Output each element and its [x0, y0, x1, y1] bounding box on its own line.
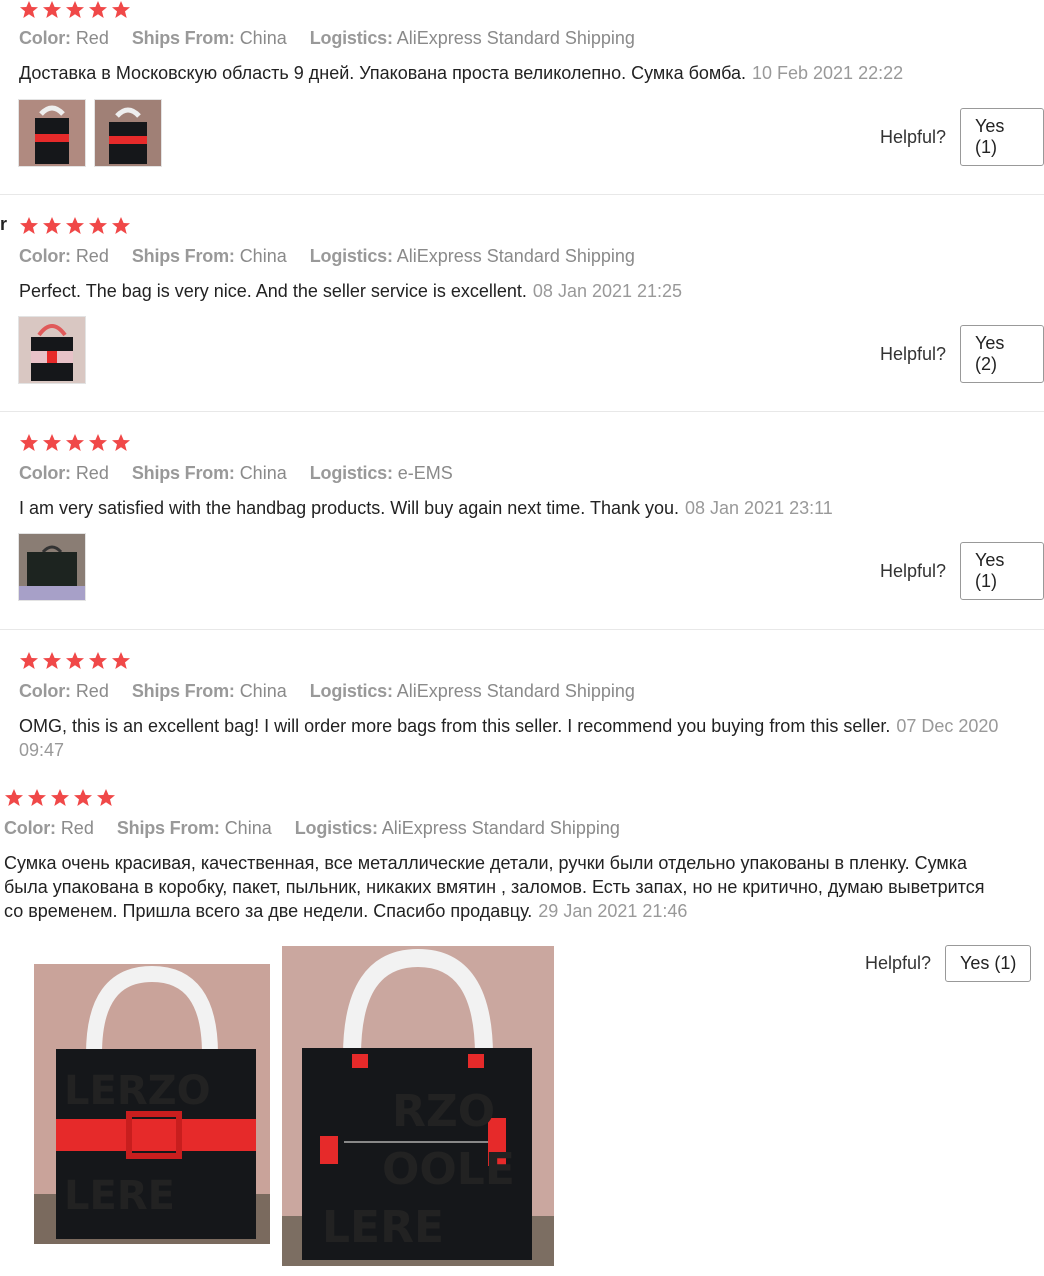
- review-item: Color: Red Ships From: China Logistics: …: [0, 629, 1044, 779]
- helpful-label: Helpful?: [880, 126, 947, 147]
- helpful-label: Helpful?: [880, 560, 947, 581]
- star-icon: [43, 1, 61, 18]
- svg-text:LERE: LERE: [64, 1173, 175, 1219]
- star-icon: [89, 217, 107, 234]
- star-icon: [43, 217, 61, 234]
- star-rating: [19, 433, 131, 453]
- star-icon: [28, 789, 46, 806]
- review-date: 08 Jan 2021 21:25: [532, 281, 683, 301]
- star-rating: [19, 216, 131, 236]
- svg-text:LERZO: LERZO: [64, 1068, 211, 1114]
- star-icon: [74, 789, 92, 806]
- star-rating: [4, 788, 116, 808]
- star-icon: [20, 434, 38, 451]
- review-text: Сумка очень красивая, качественная, все …: [4, 853, 985, 921]
- helpful-yes-button[interactable]: Yes (1): [960, 108, 1044, 166]
- star-icon: [112, 652, 130, 669]
- review-text: Perfect. The bag is very nice. And the s…: [19, 281, 683, 301]
- svg-text:RZO: RZO: [392, 1086, 495, 1137]
- review-attributes: Color: Red Ships From: China Logistics: …: [19, 463, 453, 483]
- star-icon: [66, 434, 84, 451]
- review-text: OMG, this is an excellent bag! I will or…: [19, 716, 999, 760]
- review-item: Color: Red Ships From: China Logistics: …: [0, 411, 1044, 630]
- star-icon: [112, 434, 130, 451]
- review-photo-thumbnail[interactable]: [18, 533, 86, 601]
- review-attributes: Color: Red Ships From: China Logistics: …: [19, 28, 635, 48]
- star-icon: [20, 217, 38, 234]
- helpful-label: Helpful?: [865, 953, 932, 973]
- review-photo-thumbnail[interactable]: [94, 99, 162, 167]
- helpful-label: Helpful?: [880, 343, 947, 364]
- star-icon: [89, 1, 107, 18]
- star-icon: [20, 1, 38, 18]
- review-date: 29 Jan 2021 21:46: [538, 901, 688, 921]
- star-icon: [5, 789, 23, 806]
- star-icon: [66, 1, 84, 18]
- star-icon: [66, 217, 84, 234]
- star-icon: [43, 434, 61, 451]
- helpful-yes-button[interactable]: Yes (1): [945, 945, 1032, 982]
- review-attributes: Color: Red Ships From: China Logistics: …: [19, 246, 635, 266]
- helpful-yes-button[interactable]: Yes (2): [960, 325, 1044, 383]
- star-rating: [19, 651, 131, 671]
- star-rating: [19, 0, 131, 20]
- star-icon: [43, 652, 61, 669]
- star-icon: [51, 789, 69, 806]
- reviewer-name: r: [0, 214, 8, 234]
- review-date: 08 Jan 2021 23:11: [685, 498, 833, 518]
- review-text: Доставка в Московскую область 9 дней. Уп…: [19, 63, 904, 83]
- review-date: 10 Feb 2021 22:22: [751, 63, 904, 83]
- review-photo[interactable]: RZO OOLE LERE: [282, 946, 554, 1266]
- star-icon: [112, 1, 130, 18]
- review-attributes: Color: Red Ships From: China Logistics: …: [4, 818, 620, 838]
- svg-text:LERE: LERE: [322, 1202, 444, 1253]
- review-item: Color: Red Ships From: China Logistics: …: [0, 779, 1044, 1276]
- star-icon: [89, 434, 107, 451]
- review-item: r Color: Red Ships From: China Logistics…: [0, 194, 1044, 412]
- review-item: Color: Red Ships From: China Logistics: …: [0, 0, 1044, 195]
- svg-text:OOLE: OOLE: [382, 1144, 515, 1195]
- review-photo-thumbnail[interactable]: [18, 99, 86, 167]
- helpful-yes-button[interactable]: Yes (1): [960, 542, 1044, 600]
- star-icon: [97, 789, 115, 806]
- star-icon: [89, 652, 107, 669]
- review-photo-thumbnail[interactable]: [18, 316, 86, 384]
- star-icon: [112, 217, 130, 234]
- review-photo[interactable]: LERZO LERE: [34, 964, 270, 1244]
- review-text: I am very satisfied with the handbag pro…: [19, 498, 833, 518]
- review-attributes: Color: Red Ships From: China Logistics: …: [19, 681, 635, 701]
- star-icon: [66, 652, 84, 669]
- star-icon: [20, 652, 38, 669]
